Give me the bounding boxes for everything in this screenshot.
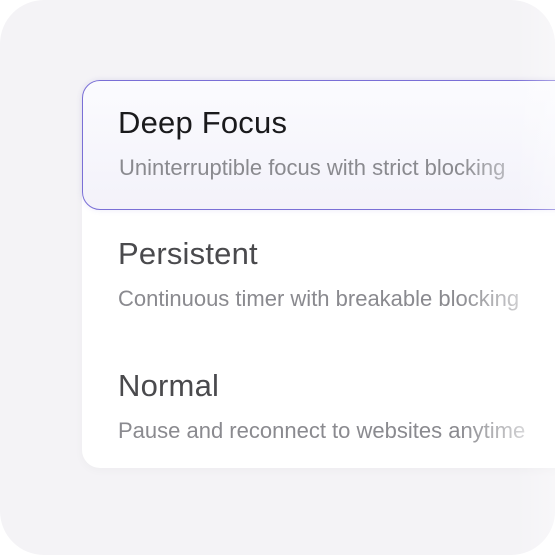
mode-description-normal: Pause and reconnect to websites anytime [118,418,526,443]
mode-title-deep-focus: Deep Focus [118,105,288,140]
mode-options-panel: Deep Focus Uninterruptible focus with st… [82,80,555,468]
mode-title-normal: Normal [118,368,220,403]
mode-title-persistent: Persistent [118,236,258,271]
mode-option-deep-focus[interactable]: Deep Focus Uninterruptible focus with st… [82,80,555,210]
mode-description-persistent: Continuous timer with breakable blocking [118,286,520,311]
mode-option-persistent[interactable]: Persistent Continuous timer with breakab… [82,212,555,342]
mode-selector-background: Deep Focus Uninterruptible focus with st… [0,0,555,555]
mode-option-normal[interactable]: Normal Pause and reconnect to websites a… [82,344,555,474]
mode-description-deep-focus: Uninterruptible focus with strict blocki… [119,155,506,180]
